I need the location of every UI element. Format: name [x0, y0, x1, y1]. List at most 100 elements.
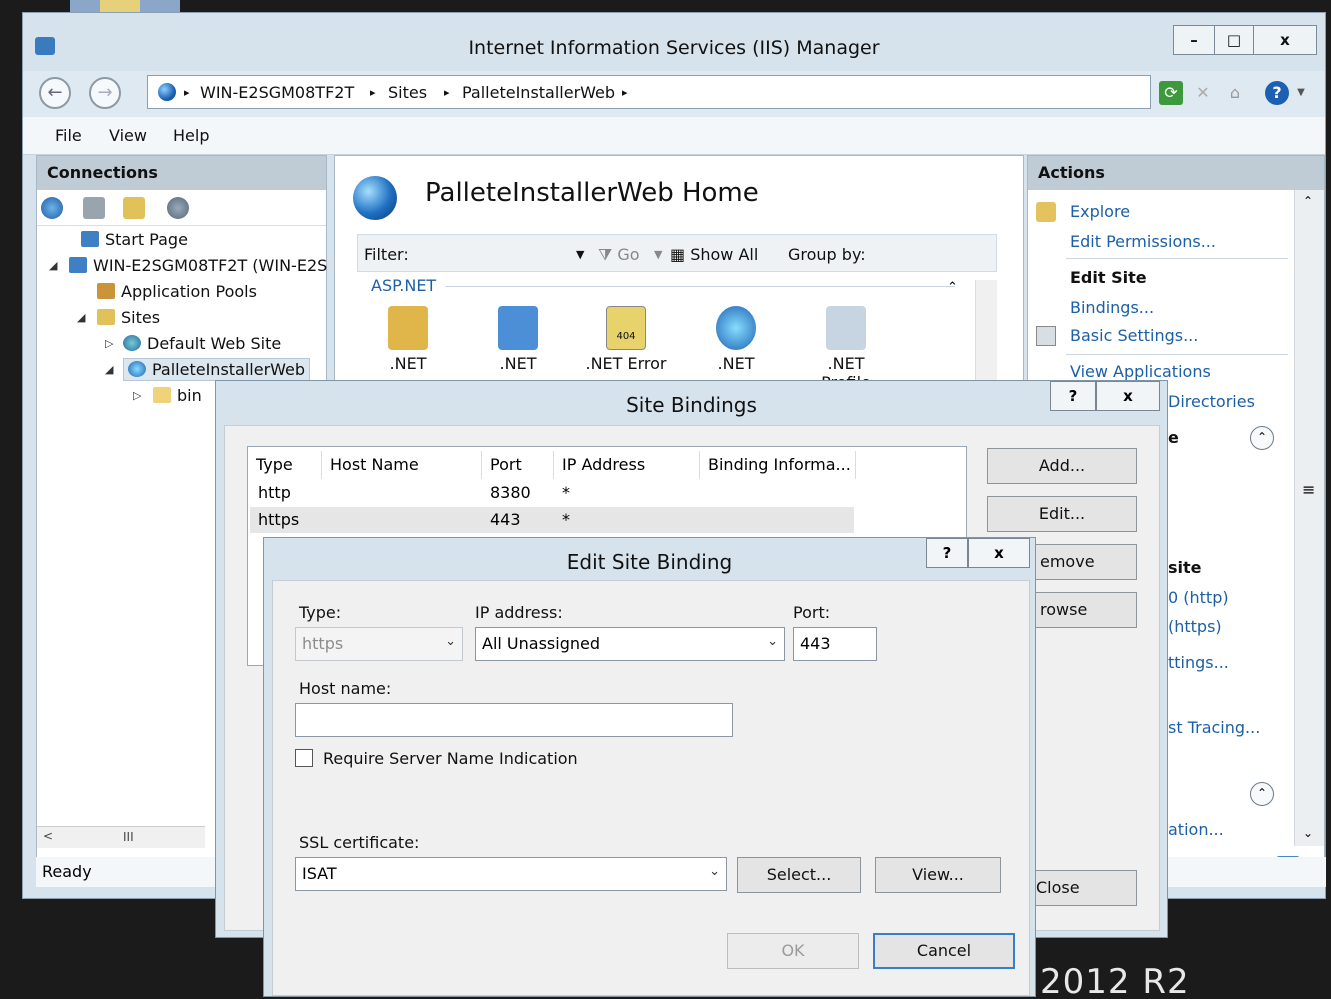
feature-dotnet-globalization[interactable]: .NET — [691, 306, 781, 373]
action-advanced-settings[interactable]: ttings... — [1168, 653, 1229, 672]
maximize-button[interactable]: □ — [1214, 25, 1254, 55]
tree-start-page[interactable]: Start Page — [81, 230, 188, 249]
scroll-thumb[interactable]: III — [123, 830, 134, 844]
col-host-name[interactable]: Host Name — [322, 451, 482, 479]
port-input[interactable]: 443 — [793, 627, 877, 661]
ok-button[interactable]: OK — [727, 933, 859, 969]
show-all[interactable]: ▦ Show All — [670, 245, 758, 264]
refresh-icon[interactable]: ⟳ — [1159, 81, 1183, 105]
port-label: Port: — [793, 603, 831, 622]
action-view-applications[interactable]: View Applications — [1070, 362, 1211, 381]
close-button[interactable]: x — [1253, 25, 1317, 55]
chevron-down-icon: ⌄ — [767, 634, 778, 649]
collapse-deploy-icon[interactable]: ⌃ — [1250, 782, 1274, 806]
forward-arrow-icon[interactable]: → — [89, 77, 121, 109]
table-row[interactable]: http 8380 * — [250, 481, 854, 507]
scroll-down-icon[interactable]: ⌄ — [1303, 826, 1313, 840]
edit-binding-help-button[interactable]: ? — [926, 538, 968, 568]
edit-binding-body: Type: https ⌄ IP address: All Unassigned ⌄… — [272, 580, 1030, 996]
tree-sites[interactable]: Sites — [97, 308, 160, 327]
home-icon[interactable]: ⌂ — [1223, 81, 1247, 105]
menu-help[interactable]: Help — [173, 126, 209, 145]
group-by[interactable]: Group by: — [788, 245, 866, 264]
stop-icon[interactable]: ✕ — [1191, 81, 1215, 105]
tree-server[interactable]: WIN-E2SGM08TF2T (WIN-E2S — [69, 256, 327, 275]
crumb-sites[interactable]: Sites — [388, 83, 427, 102]
action-configuration[interactable]: ation... — [1168, 820, 1224, 839]
ip-address-label: IP address: — [475, 603, 563, 622]
ssl-cert-select[interactable]: ISAT ⌄ — [295, 857, 727, 891]
select-cert-button[interactable]: Select... — [737, 857, 861, 893]
type-label: Type: — [299, 603, 342, 622]
collapse-manage-icon[interactable]: ⌃ — [1250, 426, 1274, 450]
sni-label[interactable]: Require Server Name Indication — [323, 749, 578, 768]
col-binding-info[interactable]: Binding Informa... — [700, 451, 856, 479]
connections-header: Connections — [37, 156, 326, 190]
save-icon[interactable] — [83, 197, 105, 219]
col-port[interactable]: Port — [482, 451, 554, 479]
back-arrow-icon[interactable]: ← — [39, 77, 71, 109]
page-title: PalleteInstallerWeb Home — [425, 178, 759, 208]
tree-bin-folder[interactable]: bin — [153, 386, 202, 405]
scroll-left-icon[interactable]: < — [43, 829, 53, 843]
cancel-button[interactable]: Cancel — [873, 933, 1015, 969]
action-explore[interactable]: Explore — [1070, 202, 1130, 221]
menu-bar: File View Help — [23, 117, 1325, 155]
address-bar[interactable]: ▸ WIN-E2SGM08TF2T ▸ Sites ▸ PalleteInsta… — [147, 75, 1151, 109]
disconnect-icon[interactable] — [167, 197, 189, 219]
connect-icon[interactable] — [41, 197, 63, 219]
filter-dropdown-icon[interactable]: ▼ — [576, 248, 584, 261]
action-edit-permissions[interactable]: Edit Permissions... — [1070, 232, 1216, 251]
edit-binding-close-icon[interactable]: x — [968, 538, 1030, 568]
ip-address-select[interactable]: All Unassigned ⌄ — [475, 627, 785, 661]
action-basic-settings[interactable]: Basic Settings... — [1070, 326, 1198, 345]
feature-dotnet-auth[interactable]: .NET — [363, 306, 453, 373]
os-watermark: 2012 R2 — [1040, 962, 1190, 999]
actions-header: Actions — [1028, 156, 1324, 190]
host-name-input[interactable] — [295, 703, 733, 737]
action-browse-http[interactable]: 0 (http) — [1168, 588, 1229, 607]
edit-site-heading: Edit Site — [1070, 268, 1147, 287]
scroll-up-icon[interactable]: ⌃ — [1303, 194, 1313, 208]
actions-vscroll[interactable]: ⌃ ≡ ⌄ — [1294, 190, 1324, 846]
menu-view[interactable]: View — [109, 126, 147, 145]
filter-go[interactable]: ⧩ Go — [598, 245, 640, 265]
crumb-separator-icon: ▸ — [444, 86, 450, 99]
collapse-group-icon[interactable]: ⌃ — [947, 280, 958, 295]
crumb-site[interactable]: PalleteInstallerWeb — [462, 83, 615, 102]
feature-dotnet-compile[interactable]: .NET — [473, 306, 563, 373]
col-type[interactable]: Type — [248, 451, 322, 479]
action-bindings[interactable]: Bindings... — [1070, 298, 1154, 317]
add-binding-button[interactable]: Add... — [987, 448, 1137, 484]
crumb-separator-icon: ▸ — [184, 86, 190, 99]
action-failed-request-tracing[interactable]: st Tracing... — [1168, 718, 1260, 737]
help-icon[interactable]: ? — [1265, 81, 1289, 105]
tree-pallete-site[interactable]: PalleteInstallerWeb — [123, 358, 311, 381]
folder-up-icon[interactable] — [123, 197, 145, 219]
feature-dotnet-error[interactable]: 404 .NET Error — [581, 306, 671, 373]
col-ip-address[interactable]: IP Address — [554, 451, 700, 479]
tree-app-pools[interactable]: Application Pools — [97, 282, 257, 301]
type-select[interactable]: https ⌄ — [295, 627, 463, 661]
chevron-down-icon[interactable]: ▼ — [1289, 81, 1313, 105]
minimize-button[interactable]: – — [1173, 25, 1215, 55]
connections-hscroll[interactable]: < III — [37, 826, 205, 848]
ssl-cert-label: SSL certificate: — [299, 833, 420, 852]
browse-heading: site — [1168, 558, 1202, 577]
address-toolbar: ← → ▸ WIN-E2SGM08TF2T ▸ Sites ▸ PalleteI… — [23, 71, 1325, 117]
tree-default-site[interactable]: Default Web Site — [123, 334, 281, 353]
menu-file[interactable]: File — [55, 126, 82, 145]
action-browse-https[interactable]: (https) — [1168, 617, 1222, 636]
table-row-selected[interactable]: https 443 * — [250, 507, 854, 533]
crumb-separator-icon: ▸ — [622, 86, 628, 99]
sni-checkbox[interactable] — [295, 749, 313, 767]
edit-binding-button[interactable]: Edit... — [987, 496, 1137, 532]
scroll-grip[interactable]: ≡ — [1302, 480, 1315, 499]
title-bar[interactable]: Internet Information Services (IIS) Mana… — [23, 13, 1325, 71]
crumb-server[interactable]: WIN-E2SGM08TF2T — [200, 83, 354, 102]
site-bindings-help-button[interactable]: ? — [1050, 381, 1096, 411]
view-cert-button[interactable]: View... — [875, 857, 1001, 893]
site-bindings-close-icon[interactable]: x — [1096, 381, 1160, 411]
group-header: ASP.NET — [371, 276, 437, 295]
action-view-directories[interactable]: Directories — [1168, 392, 1255, 411]
